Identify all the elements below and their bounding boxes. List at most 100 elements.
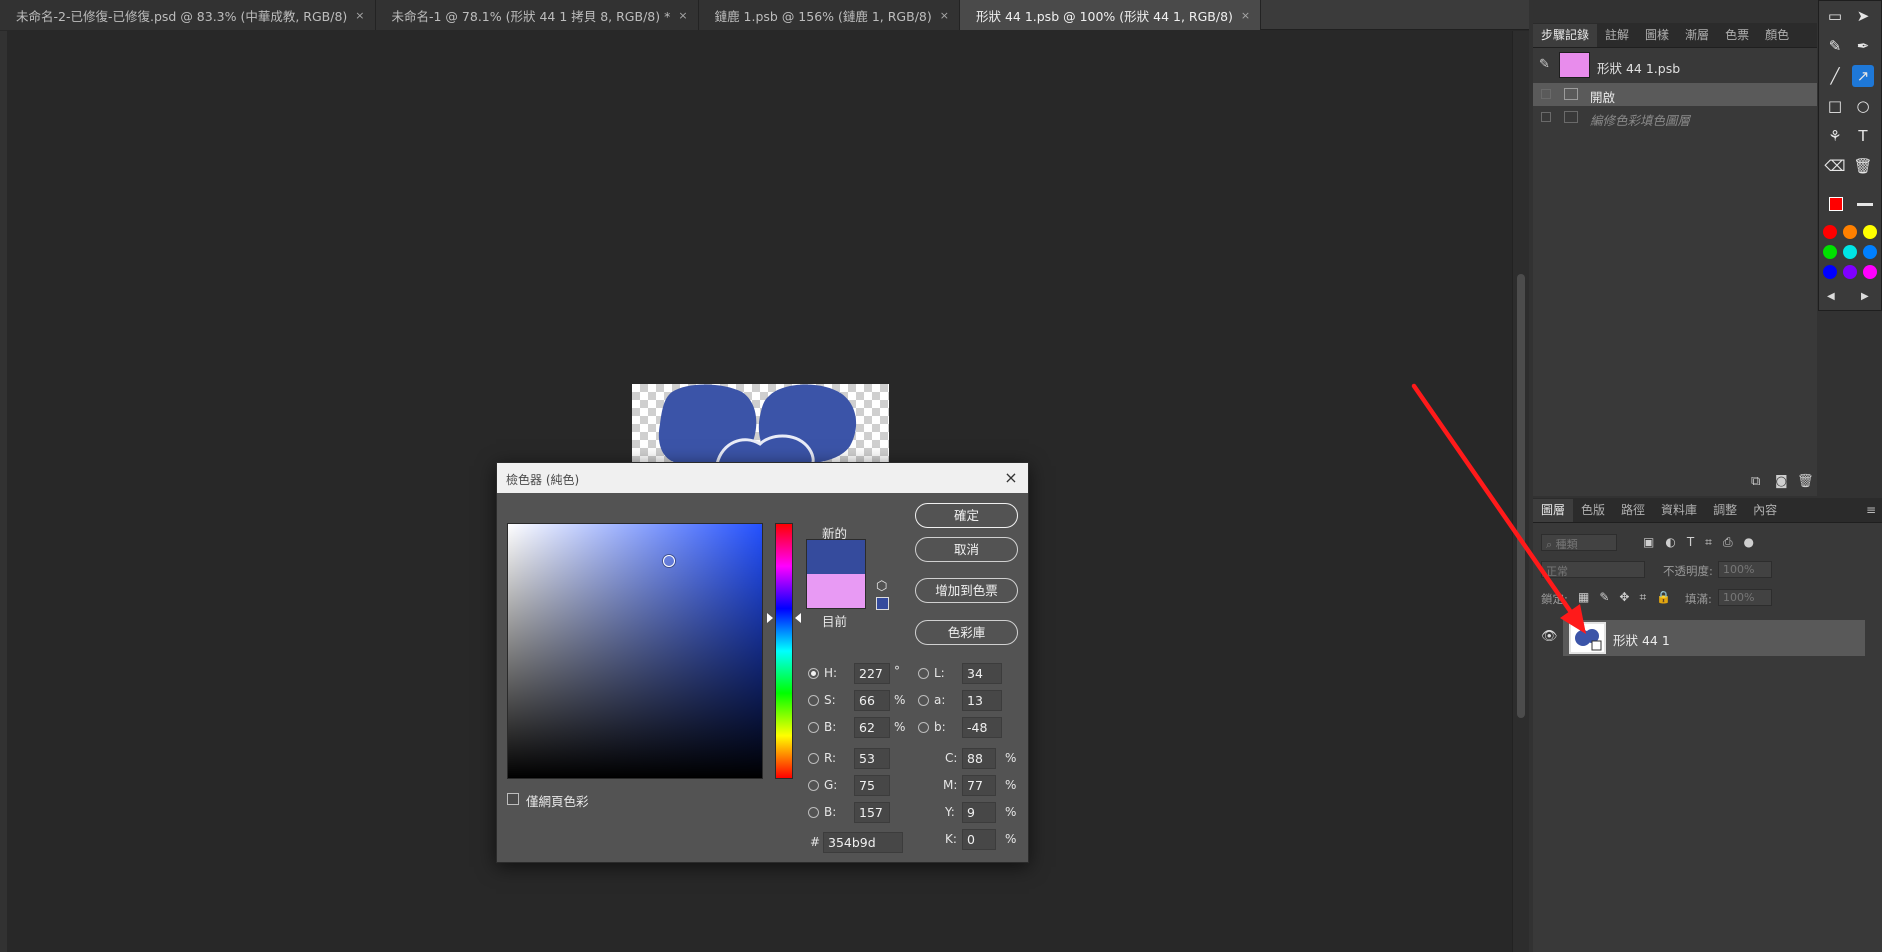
- hue-slider[interactable]: [775, 523, 793, 779]
- prev-page-icon[interactable]: ◀: [1827, 291, 1835, 302]
- color-dot[interactable]: [1843, 225, 1857, 239]
- lock-artboard-icon[interactable]: ⌗: [1639, 590, 1656, 604]
- radio-green[interactable]: [808, 780, 819, 791]
- cancel-button[interactable]: 取消: [915, 537, 1018, 562]
- green-field[interactable]: 75: [854, 775, 890, 796]
- history-source-checkbox[interactable]: [1541, 89, 1551, 99]
- history-source-checkbox[interactable]: [1541, 112, 1551, 122]
- close-icon[interactable]: ×: [678, 9, 687, 22]
- tab-patterns[interactable]: 圖樣: [1637, 24, 1677, 47]
- color-libraries-button[interactable]: 色彩庫: [915, 620, 1018, 645]
- color-dot[interactable]: [1843, 265, 1857, 279]
- adjustment-filter-icon[interactable]: ◐: [1665, 535, 1686, 549]
- close-icon[interactable]: ×: [940, 9, 949, 22]
- hue-slider-arrow-right-icon[interactable]: [795, 613, 801, 623]
- filter-toggle-icon[interactable]: ●: [1744, 535, 1765, 549]
- close-icon[interactable]: ×: [1002, 468, 1020, 487]
- pixel-filter-icon[interactable]: ▣: [1643, 535, 1665, 549]
- hex-field[interactable]: 354b9d: [823, 832, 903, 853]
- lock-brush-icon[interactable]: ✎: [1599, 590, 1619, 604]
- monitor-icon[interactable]: ▭: [1824, 5, 1846, 27]
- tab-gradients[interactable]: 漸層: [1677, 24, 1717, 47]
- saturation-brightness-field[interactable]: [507, 523, 763, 779]
- radio-red[interactable]: [808, 753, 819, 764]
- tab-paths[interactable]: 路徑: [1613, 499, 1653, 522]
- color-dot[interactable]: [1823, 265, 1837, 279]
- pen-icon[interactable]: ✎: [1824, 35, 1846, 57]
- line-icon[interactable]: ╱: [1824, 65, 1846, 87]
- lab-a-field[interactable]: 13: [962, 690, 1002, 711]
- history-snapshot[interactable]: ✎ 形狀 44 1.psb: [1533, 47, 1817, 83]
- web-safe-cube-icon[interactable]: ⬡: [876, 579, 887, 594]
- tab-libraries[interactable]: 資料庫: [1653, 499, 1705, 522]
- shapes-icon[interactable]: ⚘: [1824, 125, 1846, 147]
- web-safe-color-swatch[interactable]: [876, 597, 889, 610]
- arrow-tool-icon[interactable]: ↗: [1852, 65, 1874, 87]
- brightness-field[interactable]: 62: [854, 717, 890, 738]
- history-step[interactable]: 編修色彩填色圖層: [1533, 106, 1817, 129]
- lock-all-icon[interactable]: 🔒: [1656, 590, 1681, 604]
- lock-move-icon[interactable]: ✥: [1619, 590, 1639, 604]
- ellipse-icon[interactable]: ○: [1852, 95, 1874, 117]
- tab-adjustments[interactable]: 調整: [1705, 499, 1745, 522]
- layer-row[interactable]: [1563, 620, 1865, 656]
- doc-tab-4[interactable]: 形狀 44 1.psb @ 100% (形狀 44 1, RGB/8) ×: [959, 0, 1262, 30]
- active-color-swatch[interactable]: [1829, 197, 1843, 211]
- radio-blue[interactable]: [808, 807, 819, 818]
- radio-brightness[interactable]: [808, 722, 819, 733]
- fill-field[interactable]: 100%: [1718, 589, 1772, 606]
- red-field[interactable]: 53: [854, 748, 890, 769]
- new-document-from-state-icon[interactable]: ⧉: [1751, 474, 1760, 489]
- history-brush-icon[interactable]: ✎: [1539, 57, 1550, 72]
- opacity-field[interactable]: 100%: [1718, 561, 1772, 578]
- camera-icon[interactable]: ◙: [1775, 474, 1788, 489]
- color-marker[interactable]: [663, 555, 675, 567]
- next-page-icon[interactable]: ▶: [1861, 291, 1869, 302]
- black-field[interactable]: 0: [962, 829, 996, 850]
- current-color-swatch[interactable]: [807, 574, 865, 608]
- close-icon[interactable]: ×: [355, 9, 364, 22]
- tab-swatches[interactable]: 色票: [1717, 24, 1757, 47]
- radio-hue[interactable]: [808, 668, 819, 679]
- color-dot[interactable]: [1863, 265, 1877, 279]
- radio-lab-l[interactable]: [918, 668, 929, 679]
- doc-tab-3[interactable]: 鏈鹿 1.psb @ 156% (鏈鹿 1, RGB/8) ×: [698, 0, 960, 30]
- color-dot[interactable]: [1823, 225, 1837, 239]
- color-dot[interactable]: [1863, 225, 1877, 239]
- color-dot[interactable]: [1823, 245, 1837, 259]
- document-image[interactable]: [632, 384, 889, 464]
- stroke-width-icon[interactable]: [1857, 203, 1873, 206]
- magenta-field[interactable]: 77: [962, 775, 996, 796]
- lab-b-field[interactable]: -48: [962, 717, 1002, 738]
- ok-button[interactable]: 確定: [915, 503, 1018, 528]
- rectangle-icon[interactable]: □: [1824, 95, 1846, 117]
- tab-color[interactable]: 顏色: [1757, 24, 1797, 47]
- trash-icon[interactable]: 🗑: [1797, 474, 1814, 489]
- tab-properties[interactable]: 內容: [1745, 499, 1785, 522]
- yellow-field[interactable]: 9: [962, 802, 996, 823]
- radio-lab-b[interactable]: [918, 722, 929, 733]
- trash-icon[interactable]: 🗑: [1852, 155, 1874, 177]
- color-dot[interactable]: [1843, 245, 1857, 259]
- doc-tab-2[interactable]: 未命名-1 @ 78.1% (形狀 44 1 拷貝 8, RGB/8) * ×: [375, 0, 699, 30]
- shape-filter-icon[interactable]: ⌗: [1705, 535, 1723, 549]
- layer-name[interactable]: 形狀 44 1: [1613, 630, 1670, 649]
- add-to-swatches-button[interactable]: 增加到色票: [915, 578, 1018, 603]
- close-icon[interactable]: ×: [1241, 9, 1250, 22]
- cursor-icon[interactable]: ➤: [1852, 5, 1874, 27]
- color-dot[interactable]: [1863, 245, 1877, 259]
- hue-field[interactable]: 227: [854, 663, 890, 684]
- type-filter-icon[interactable]: T: [1687, 535, 1705, 549]
- doc-tab-1[interactable]: 未命名-2-已修復-已修復.psd @ 83.3% (中華成教, RGB/8) ×: [0, 0, 376, 30]
- tab-history[interactable]: 步驟記錄: [1533, 24, 1598, 47]
- saturation-field[interactable]: 66: [854, 690, 890, 711]
- eraser-icon[interactable]: ⌫: [1824, 155, 1846, 177]
- blue-field[interactable]: 157: [854, 802, 890, 823]
- cyan-field[interactable]: 88: [962, 748, 996, 769]
- hue-slider-arrow-left-icon[interactable]: [767, 613, 773, 623]
- web-colors-only-checkbox[interactable]: [507, 793, 519, 805]
- marker-icon[interactable]: ✒: [1852, 35, 1874, 57]
- history-step[interactable]: 開啟: [1533, 83, 1817, 106]
- panel-menu-icon[interactable]: ≡: [1860, 499, 1882, 522]
- radio-saturation[interactable]: [808, 695, 819, 706]
